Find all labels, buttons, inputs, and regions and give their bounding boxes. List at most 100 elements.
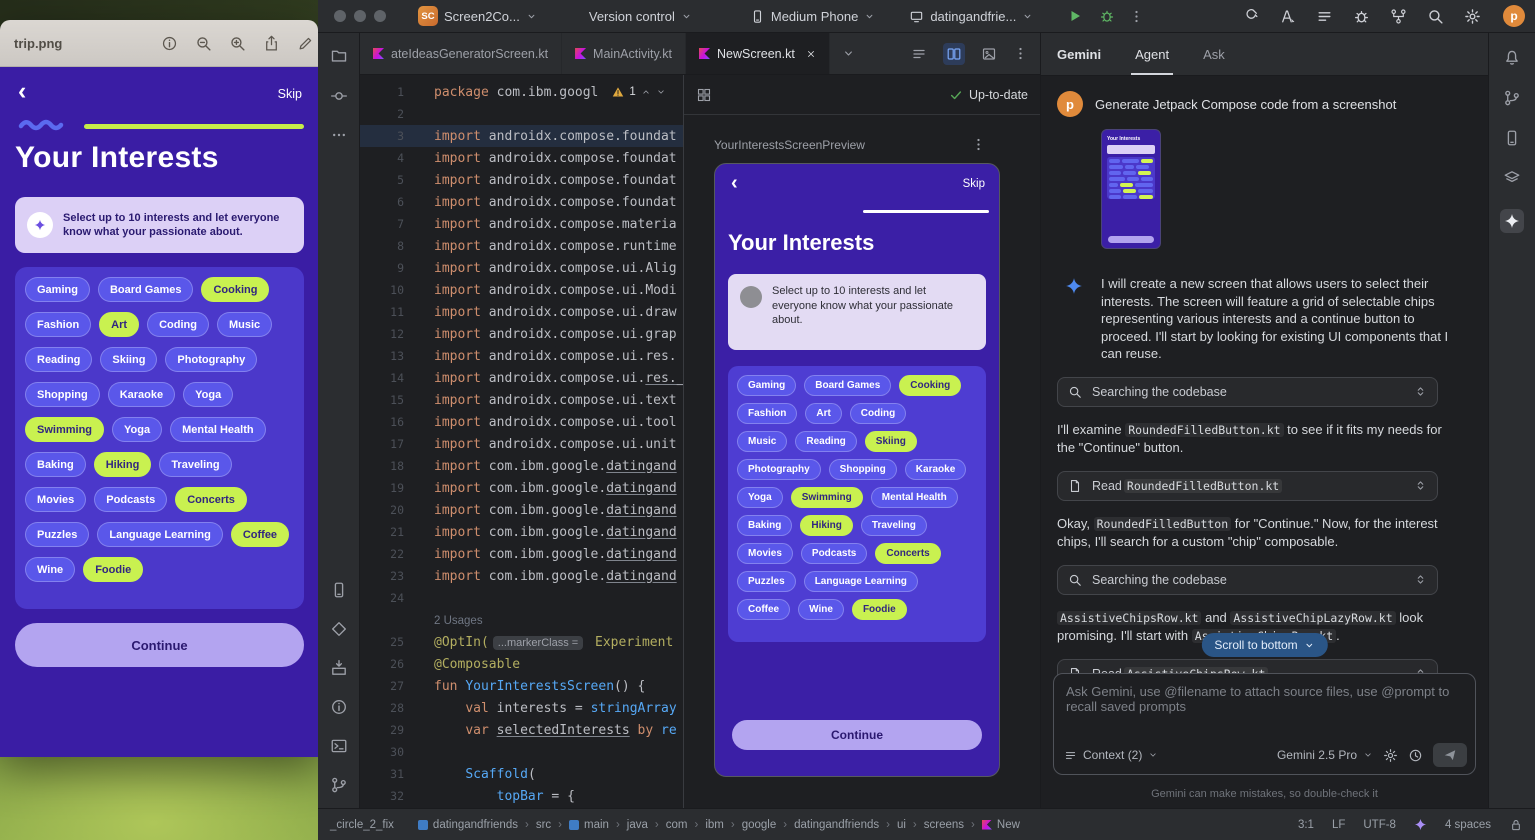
tab-agent[interactable]: Agent xyxy=(1135,47,1169,62)
interest-chip[interactable]: Podcasts xyxy=(801,543,867,564)
breadcrumb-item[interactable]: screens xyxy=(924,819,964,831)
commit-tool-icon[interactable] xyxy=(330,87,348,105)
model-selector[interactable]: Gemini 2.5 Pro xyxy=(1277,748,1373,762)
interest-chip[interactable]: Shopping xyxy=(829,459,897,480)
interest-chip[interactable]: Swimming xyxy=(791,487,863,508)
interest-chip[interactable]: Gaming xyxy=(25,277,90,302)
skip-button[interactable]: Skip xyxy=(278,87,302,101)
project-tool-icon[interactable] xyxy=(330,47,348,65)
interest-chip[interactable]: Baking xyxy=(737,515,792,536)
layout-inspector-icon[interactable] xyxy=(1503,169,1521,187)
back-chevron-icon[interactable]: ‹ xyxy=(731,172,738,195)
device-explorer-icon[interactable] xyxy=(1503,129,1521,147)
context-selector[interactable]: Context (2) xyxy=(1064,748,1158,762)
tab-mainactivity[interactable]: MainActivity.kt xyxy=(562,33,686,74)
window-controls[interactable] xyxy=(334,10,386,22)
tool-step-read-file[interactable]: Read RoundedFilledButton.kt xyxy=(1057,471,1438,501)
run-button[interactable] xyxy=(1067,8,1083,24)
tab-newscreen[interactable]: NewScreen.kt xyxy=(686,33,830,74)
breadcrumb-item[interactable]: ui xyxy=(897,819,906,831)
app-inspection-icon[interactable] xyxy=(1353,8,1370,25)
continue-button[interactable]: Continue xyxy=(732,720,982,750)
send-button[interactable] xyxy=(1433,743,1467,767)
expander-icon[interactable] xyxy=(1414,479,1427,492)
interest-chip[interactable]: Photography xyxy=(165,347,257,372)
preview-options-icon[interactable] xyxy=(971,137,986,152)
interest-chip[interactable]: Puzzles xyxy=(737,571,796,592)
gemini-tool-icon[interactable] xyxy=(1500,209,1524,233)
lock-icon[interactable] xyxy=(1509,818,1523,832)
interest-chip[interactable]: Traveling xyxy=(159,452,231,477)
share-icon[interactable] xyxy=(263,35,280,52)
version-control-tool-icon[interactable] xyxy=(330,776,348,794)
line-separator[interactable]: LF xyxy=(1332,819,1345,831)
info-icon[interactable] xyxy=(161,35,178,52)
user-avatar[interactable]: p xyxy=(1503,5,1525,27)
interest-chip[interactable]: Reading xyxy=(25,347,92,372)
back-chevron-icon[interactable]: ‹ xyxy=(18,79,26,104)
interest-chip[interactable]: Mental Health xyxy=(170,417,266,442)
debug-button[interactable] xyxy=(1099,8,1115,24)
settings-gear-icon[interactable] xyxy=(1464,8,1481,25)
attached-screenshot-thumbnail[interactable]: Your Interests xyxy=(1101,129,1161,249)
interest-chip[interactable]: Language Learning xyxy=(804,571,918,592)
interest-chip[interactable]: Baking xyxy=(25,452,86,477)
interest-chip[interactable]: Skiing xyxy=(100,347,157,372)
interest-chip[interactable]: Movies xyxy=(737,543,793,564)
interest-chip[interactable]: Board Games xyxy=(804,375,891,396)
caret-position[interactable]: 3:1 xyxy=(1298,819,1314,831)
interest-chip[interactable]: Wine xyxy=(798,599,844,620)
gradle-tool-icon[interactable] xyxy=(1503,89,1521,107)
structure-tool-icon[interactable] xyxy=(330,620,348,638)
more-tools-icon[interactable] xyxy=(331,127,347,143)
inspection-widget[interactable]: 1 xyxy=(612,86,665,98)
vcs-widget[interactable]: Version control xyxy=(589,9,692,24)
breadcrumb-item[interactable]: New xyxy=(982,819,1020,831)
history-icon[interactable] xyxy=(1408,748,1423,763)
more-actions-icon[interactable] xyxy=(1129,9,1144,24)
tool-step-search-codebase[interactable]: Searching the codebase xyxy=(1057,377,1438,407)
interest-chip[interactable]: Wine xyxy=(25,557,75,582)
tab-dateideasgeneratorscreen[interactable]: ateIdeasGeneratorScreen.kt xyxy=(360,33,562,74)
run-config-selector[interactable]: datingandfrie... xyxy=(909,9,1033,24)
interest-chip[interactable]: Karaoke xyxy=(905,459,966,480)
interest-chip[interactable]: Reading xyxy=(795,431,856,452)
interest-chip[interactable]: Shopping xyxy=(25,382,100,407)
interest-chip[interactable]: Hiking xyxy=(94,452,152,477)
interest-chip[interactable]: Photography xyxy=(737,459,821,480)
device-manager-icon[interactable] xyxy=(1242,8,1259,25)
interest-chip[interactable]: Board Games xyxy=(98,277,194,302)
terminal-tool-icon[interactable] xyxy=(330,737,348,755)
editor-options-icon[interactable] xyxy=(1013,46,1028,61)
interest-chip[interactable]: Concerts xyxy=(875,543,940,564)
interest-chip[interactable]: Foodie xyxy=(83,557,143,582)
breadcrumb-item[interactable]: datingandfriends xyxy=(418,819,518,831)
interest-chip[interactable]: Art xyxy=(805,403,841,424)
interest-chip[interactable]: Yoga xyxy=(112,417,162,442)
edit-icon[interactable] xyxy=(297,35,314,52)
breadcrumb-item[interactable]: com xyxy=(666,819,688,831)
interest-chip[interactable]: Movies xyxy=(25,487,86,512)
problems-tool-icon[interactable] xyxy=(330,698,348,716)
interest-chip[interactable]: Fashion xyxy=(737,403,797,424)
interest-chip[interactable]: Hiking xyxy=(800,515,853,536)
device-mirroring-icon[interactable] xyxy=(1390,8,1407,25)
code-editor[interactable]: 1package com.ibm.googl123import androidx… xyxy=(360,75,683,808)
logcat-icon[interactable] xyxy=(1316,8,1333,25)
breadcrumb-item[interactable]: main xyxy=(569,819,609,831)
interest-chip[interactable]: Cooking xyxy=(899,375,961,396)
design-view-button[interactable] xyxy=(978,43,1000,65)
gemini-settings-icon[interactable] xyxy=(1383,748,1398,763)
zoom-out-icon[interactable] xyxy=(195,35,212,52)
interest-chip[interactable]: Puzzles xyxy=(25,522,89,547)
search-icon[interactable] xyxy=(1427,8,1444,25)
interest-chip[interactable]: Skiing xyxy=(865,431,917,452)
interest-chip[interactable]: Cooking xyxy=(201,277,269,302)
interest-chip[interactable]: Coding xyxy=(850,403,906,424)
interest-chip[interactable]: Concerts xyxy=(175,487,247,512)
indent-setting[interactable]: 4 spaces xyxy=(1445,819,1491,831)
skip-button[interactable]: Skip xyxy=(963,178,985,190)
interest-chip[interactable]: Gaming xyxy=(737,375,796,396)
interest-chip[interactable]: Coffee xyxy=(737,599,790,620)
device-selector[interactable]: Medium Phone xyxy=(750,9,875,24)
